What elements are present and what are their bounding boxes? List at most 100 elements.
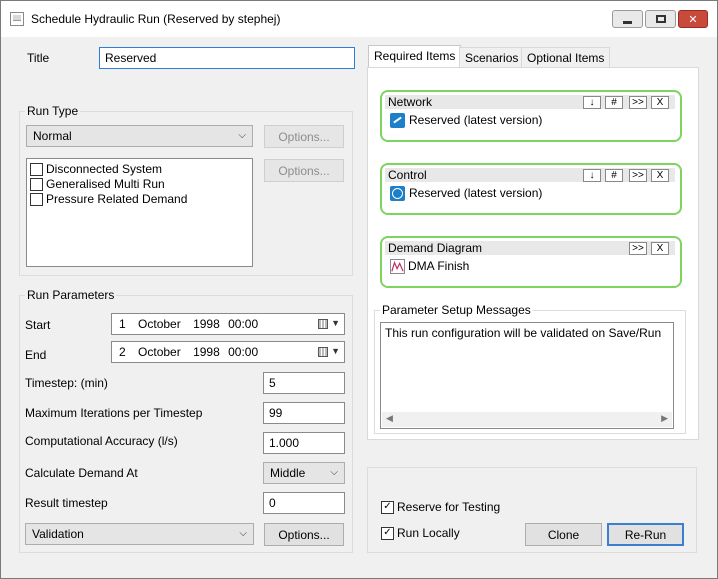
end-day: 2 xyxy=(119,345,126,359)
run-type-options-button-2[interactable]: Options... xyxy=(264,159,344,182)
control-hash-button[interactable]: # xyxy=(605,169,623,182)
horizontal-scrollbar[interactable]: ◀ ▶ xyxy=(382,412,672,427)
demand-diagram-item-header: Demand Diagram >> X xyxy=(385,241,675,255)
result-timestep-input[interactable]: 0 xyxy=(263,492,345,514)
network-value[interactable]: Reserved (latest version) xyxy=(390,112,542,128)
start-month: October xyxy=(138,317,181,331)
minimize-button[interactable] xyxy=(612,10,643,28)
network-expand-button[interactable]: >> xyxy=(629,96,647,109)
scroll-right-icon[interactable]: ▶ xyxy=(661,413,668,424)
run-type-options-button[interactable]: Options... xyxy=(264,125,344,148)
network-value-text: Reserved (latest version) xyxy=(409,113,543,127)
demand-diagram-icon xyxy=(390,258,405,274)
close-button[interactable]: ✕ xyxy=(678,10,708,28)
parameter-messages-box: This run configuration will be validated… xyxy=(380,322,674,429)
run-type-select[interactable]: Normal ⌵ xyxy=(26,125,253,147)
reserve-for-testing-checkbox[interactable]: ✓ Reserve for Testing xyxy=(381,500,500,514)
validation-options-button[interactable]: Options... xyxy=(264,523,344,546)
parameter-messages-label: Parameter Setup Messages xyxy=(380,303,533,317)
maximize-icon xyxy=(655,15,666,23)
checkbox-checked: ✓ xyxy=(381,500,394,514)
app-icon xyxy=(10,12,24,26)
scroll-left-icon[interactable]: ◀ xyxy=(386,413,393,424)
end-month: October xyxy=(138,345,181,359)
schedule-hydraulic-run-dialog: Schedule Hydraulic Run (Reserved by step… xyxy=(0,0,718,579)
end-label: End xyxy=(25,348,47,362)
reserve-for-testing-label: Reserve for Testing xyxy=(397,500,501,514)
demand-diagram-expand-button[interactable]: >> xyxy=(629,242,647,255)
checkbox-box xyxy=(30,177,43,191)
chevron-down-icon: ▼ xyxy=(331,346,340,356)
pressure-related-demand-checkbox[interactable]: Pressure Related Demand xyxy=(30,192,187,206)
accuracy-input[interactable]: 1.000 xyxy=(263,432,345,454)
accuracy-label: Computational Accuracy (l/s) xyxy=(25,434,178,448)
start-year: 1998 xyxy=(193,317,220,331)
start-date-picker[interactable]: 1 October 1998 00:00 ▼ xyxy=(111,313,345,335)
demand-at-select[interactable]: Middle ⌵ xyxy=(263,462,345,484)
checkbox-checked: ✓ xyxy=(381,526,394,540)
calendar-icon xyxy=(318,319,328,329)
calendar-icon xyxy=(318,347,328,357)
control-item: Control ↓ # >> X Reserved (latest versio… xyxy=(380,163,682,215)
window-title: Schedule Hydraulic Run (Reserved by step… xyxy=(31,12,281,26)
control-title: Control xyxy=(388,168,427,182)
start-label: Start xyxy=(25,318,51,332)
end-date-picker[interactable]: 2 October 1998 00:00 ▼ xyxy=(111,341,345,363)
control-download-button[interactable]: ↓ xyxy=(583,169,601,182)
maximize-button[interactable] xyxy=(645,10,676,28)
control-clear-button[interactable]: X xyxy=(651,169,669,182)
checkbox-box xyxy=(30,162,43,176)
run-locally-label: Run Locally xyxy=(397,526,460,540)
tab-optional-items[interactable]: Optional Items xyxy=(521,47,611,68)
rerun-button[interactable]: Re-Run xyxy=(607,523,684,546)
chevron-down-icon: ⌵ xyxy=(239,528,247,539)
timestep-input[interactable]: 5 xyxy=(263,372,345,394)
checkbox-label: Generalised Multi Run xyxy=(46,177,165,191)
demand-diagram-clear-button[interactable]: X xyxy=(651,242,669,255)
chevron-down-icon: ⌵ xyxy=(238,130,246,141)
network-icon xyxy=(390,112,405,128)
control-value[interactable]: Reserved (latest version) xyxy=(390,185,542,201)
network-item-header: Network ↓ # >> X xyxy=(385,95,675,109)
title-input[interactable]: Reserved xyxy=(99,47,355,69)
result-timestep-label: Result timestep xyxy=(25,496,108,510)
demand-at-label: Calculate Demand At xyxy=(25,466,138,480)
control-expand-button[interactable]: >> xyxy=(629,169,647,182)
end-time: 00:00 xyxy=(228,345,259,359)
start-day: 1 xyxy=(119,317,126,331)
checkbox-box xyxy=(30,192,43,206)
tab-required-items[interactable]: Required Items xyxy=(368,45,462,68)
demand-diagram-value[interactable]: DMA Finish xyxy=(390,258,469,274)
network-clear-button[interactable]: X xyxy=(651,96,669,109)
validation-select[interactable]: Validation ⌵ xyxy=(25,523,254,545)
chevron-down-icon: ▼ xyxy=(331,318,340,328)
run-type-checklist: Disconnected System Generalised Multi Ru… xyxy=(26,158,253,267)
demand-diagram-value-text: DMA Finish xyxy=(408,259,470,273)
network-hash-button[interactable]: # xyxy=(605,96,623,109)
run-parameters-group-label: Run Parameters xyxy=(25,288,117,302)
close-icon: ✕ xyxy=(688,13,698,26)
demand-diagram-item: Demand Diagram >> X DMA Finish xyxy=(380,236,682,288)
checkbox-label: Disconnected System xyxy=(46,162,163,176)
generalised-multi-run-checkbox[interactable]: Generalised Multi Run xyxy=(30,177,165,191)
network-title: Network xyxy=(388,95,433,109)
checkbox-label: Pressure Related Demand xyxy=(46,192,188,206)
start-time: 00:00 xyxy=(228,317,259,331)
minimize-icon xyxy=(623,20,632,24)
run-type-value: Normal xyxy=(33,129,72,143)
network-item: Network ↓ # >> X Reserved (latest versio… xyxy=(380,90,682,142)
run-locally-checkbox[interactable]: ✓ Run Locally xyxy=(381,526,460,540)
demand-diagram-title: Demand Diagram xyxy=(388,241,483,255)
timestep-label: Timestep: (min) xyxy=(25,376,108,390)
clone-button[interactable]: Clone xyxy=(525,523,602,546)
network-download-button[interactable]: ↓ xyxy=(583,96,601,109)
max-iterations-input[interactable]: 99 xyxy=(263,402,345,424)
title-label: Title xyxy=(27,51,50,65)
demand-at-value: Middle xyxy=(270,466,306,480)
disconnected-system-checkbox[interactable]: Disconnected System xyxy=(30,162,162,176)
control-value-text: Reserved (latest version) xyxy=(409,186,543,200)
title-bar: Schedule Hydraulic Run (Reserved by step… xyxy=(1,1,717,37)
validation-value: Validation xyxy=(32,527,84,541)
run-type-group-label: Run Type xyxy=(25,104,81,118)
tab-scenarios[interactable]: Scenarios xyxy=(459,47,525,68)
